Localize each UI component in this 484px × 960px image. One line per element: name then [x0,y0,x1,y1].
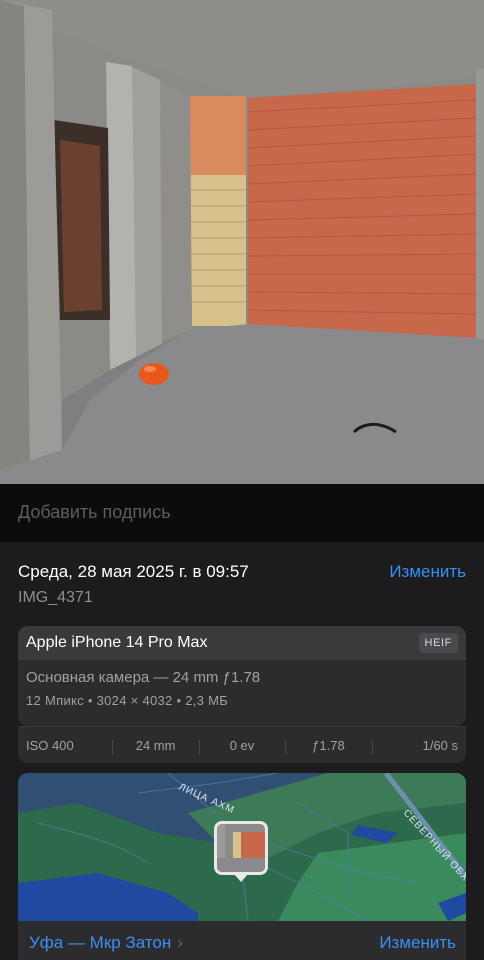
edit-location-button[interactable]: Изменить [379,933,456,953]
image-specs: 12 Мпикс • 3024 × 4032 • 2,3 МБ [26,693,229,708]
pin-thumbnail [217,824,265,872]
location-name: Уфа — Мкр Затон [29,933,172,952]
caption-area[interactable]: Добавить подпись [0,484,484,542]
exif-focal-length: 24 mm [112,738,198,754]
location-footer: Уфа — Мкр Затон › Изменить [18,921,466,960]
construction-photo [0,0,484,484]
location-link[interactable]: Уфа — Мкр Затон › [29,933,183,953]
device-name: Apple iPhone 14 Pro Max [26,634,208,651]
edit-date-button[interactable]: Изменить [389,562,466,582]
photo-filename: IMG_4371 [18,589,93,606]
camera-info-card: Apple iPhone 14 Pro Max HEIF Основная ка… [18,626,466,726]
exif-iso: ISO 400 [26,737,74,753]
info-panel: Среда, 28 мая 2025 г. в 09:57 Изменить I… [0,542,484,960]
location-map[interactable]: ЛИЦА АХМ СЕВЕРНЫЙ ОБХОД [18,773,466,921]
pin-pointer [234,874,248,882]
exif-shutter-speed: 1/60 s [371,738,466,754]
caption-placeholder[interactable]: Добавить подпись [18,502,171,523]
photo-date: Среда, 28 мая 2025 г. в 09:57 [18,562,249,581]
photo-location-pin[interactable] [214,821,268,875]
exif-exposure-bias: 0 ev [198,738,285,754]
exif-aperture: ƒ1.78 [285,738,371,754]
camera-card-header: Apple iPhone 14 Pro Max HEIF [18,626,466,660]
chevron-right-icon: › [177,933,183,952]
exif-row: ISO 400 24 mm 0 ev ƒ1.78 1/60 s [18,726,466,763]
lens-info: Основная камера — 24 mm ƒ1.78 [26,669,261,686]
format-badge: HEIF [418,633,458,653]
photo-view[interactable] [0,0,484,484]
